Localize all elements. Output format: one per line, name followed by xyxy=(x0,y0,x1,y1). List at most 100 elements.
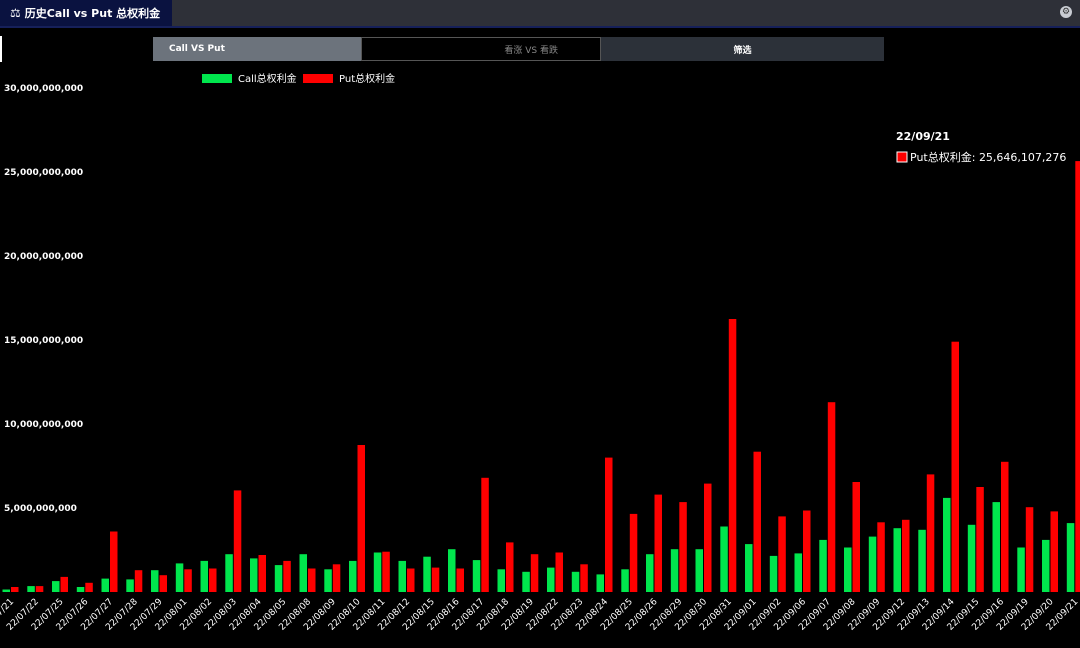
bar-put-6[interactable] xyxy=(159,575,168,592)
legend: Call总权利金 Put总权利金 xyxy=(202,72,395,85)
tooltip-label: Put总权利金: 25,646,107,276 xyxy=(910,150,1066,164)
bar-put-41[interactable] xyxy=(1025,507,1034,592)
bar-put-2[interactable] xyxy=(60,576,69,592)
bar-call-1[interactable] xyxy=(27,586,35,592)
bar-put-38[interactable] xyxy=(951,341,960,592)
bar-call-36[interactable] xyxy=(893,528,902,592)
bar-put-29[interactable] xyxy=(728,319,737,592)
bar-call-14[interactable] xyxy=(349,560,357,592)
bar-call-3[interactable] xyxy=(76,587,85,592)
bar-put-12[interactable] xyxy=(308,568,316,593)
bar-call-40[interactable] xyxy=(992,502,1001,592)
bar-put-15[interactable] xyxy=(382,551,390,592)
legend-label-call[interactable]: Call总权利金 xyxy=(238,72,297,85)
bar-put-42[interactable] xyxy=(1050,511,1059,592)
x-axis: 22/07/2122/07/2222/07/2522/07/2622/07/27… xyxy=(0,597,1080,633)
bar-call-4[interactable] xyxy=(101,578,110,592)
bar-put-33[interactable] xyxy=(827,402,836,592)
bar-call-35[interactable] xyxy=(868,536,877,592)
bar-call-41[interactable] xyxy=(1017,547,1025,593)
bar-call-18[interactable] xyxy=(448,549,456,592)
bar-put-0[interactable] xyxy=(11,587,19,592)
y-tick-label: 20,000,000,000 xyxy=(4,252,83,262)
bar-call-6[interactable] xyxy=(151,570,159,592)
y-tick-label: 5,000,000,000 xyxy=(4,504,77,514)
bar-put-8[interactable] xyxy=(209,568,217,593)
bar-put-32[interactable] xyxy=(803,510,811,593)
bar-call-28[interactable] xyxy=(695,549,704,592)
bar-call-8[interactable] xyxy=(200,560,209,592)
bar-put-24[interactable] xyxy=(605,457,613,592)
bar-call-20[interactable] xyxy=(497,569,506,592)
bar-call-0[interactable] xyxy=(2,589,11,593)
bar-call-29[interactable] xyxy=(720,526,728,593)
bar-call-37[interactable] xyxy=(918,529,926,592)
bar-call-43[interactable] xyxy=(1066,523,1075,592)
bar-call-25[interactable] xyxy=(621,569,629,592)
bar-call-19[interactable] xyxy=(472,560,481,592)
bar-call-12[interactable] xyxy=(299,554,308,592)
y-axis: 5,000,000,000 10,000,000,000 15,000,000,00… xyxy=(4,84,83,514)
bar-call-38[interactable] xyxy=(943,497,951,592)
bar-put-25[interactable] xyxy=(629,513,638,592)
bar-call-17[interactable] xyxy=(423,556,431,592)
bar-put-27[interactable] xyxy=(679,502,687,592)
bar-put-19[interactable] xyxy=(481,477,489,592)
bar-call-24[interactable] xyxy=(596,574,605,592)
bar-call-30[interactable] xyxy=(745,544,753,592)
bar-put-23[interactable] xyxy=(580,564,588,592)
bar-put-22[interactable] xyxy=(555,552,564,593)
bar-put-11[interactable] xyxy=(283,560,291,592)
bar-call-31[interactable] xyxy=(769,555,778,592)
bar-call-16[interactable] xyxy=(398,560,407,592)
bar-put-10[interactable] xyxy=(258,555,267,592)
bar-call-23[interactable] xyxy=(571,571,580,592)
bar-call-11[interactable] xyxy=(274,565,283,592)
bar-call-7[interactable] xyxy=(175,563,184,592)
bar-call-9[interactable] xyxy=(225,554,233,592)
bar-put-1[interactable] xyxy=(35,586,44,592)
bar-put-43[interactable] xyxy=(1075,161,1080,592)
bar-put-36[interactable] xyxy=(902,519,910,592)
bar-call-15[interactable] xyxy=(373,552,382,593)
bar-put-17[interactable] xyxy=(431,567,440,592)
bar-put-14[interactable] xyxy=(357,445,366,592)
bar-call-27[interactable] xyxy=(670,549,679,592)
bar-call-13[interactable] xyxy=(324,569,332,592)
bar-put-4[interactable] xyxy=(110,531,118,593)
bar-call-33[interactable] xyxy=(819,539,827,592)
bar-call-2[interactable] xyxy=(52,581,60,592)
bar-put-40[interactable] xyxy=(1001,461,1009,592)
bar-put-26[interactable] xyxy=(654,494,663,592)
bar-put-13[interactable] xyxy=(332,564,341,592)
y-tick-label: 15,000,000,000 xyxy=(4,336,83,346)
bar-call-26[interactable] xyxy=(646,554,654,592)
bar-put-37[interactable] xyxy=(926,474,935,592)
bar-put-21[interactable] xyxy=(530,554,539,592)
bar-put-34[interactable] xyxy=(852,482,861,592)
bars-group xyxy=(2,161,1080,593)
bar-call-21[interactable] xyxy=(522,571,530,592)
bar-put-5[interactable] xyxy=(134,570,143,592)
bar-put-3[interactable] xyxy=(85,582,93,592)
bar-call-5[interactable] xyxy=(126,579,134,592)
bar-put-31[interactable] xyxy=(778,516,786,592)
y-tick-label: 25,000,000,000 xyxy=(4,168,83,178)
bar-call-34[interactable] xyxy=(844,547,852,593)
bar-call-32[interactable] xyxy=(794,553,803,592)
legend-label-put[interactable]: Put总权利金 xyxy=(339,72,395,85)
bar-put-16[interactable] xyxy=(407,568,415,593)
bar-put-30[interactable] xyxy=(753,451,762,592)
bar-put-9[interactable] xyxy=(233,490,242,592)
bar-put-39[interactable] xyxy=(976,487,984,592)
bar-call-22[interactable] xyxy=(547,567,555,592)
legend-swatch-put xyxy=(303,74,333,83)
bar-put-7[interactable] xyxy=(184,569,192,592)
bar-call-42[interactable] xyxy=(1042,539,1050,592)
bar-call-39[interactable] xyxy=(967,524,976,592)
bar-put-20[interactable] xyxy=(506,542,514,592)
bar-call-10[interactable] xyxy=(250,558,258,592)
bar-put-28[interactable] xyxy=(704,483,712,592)
bar-put-18[interactable] xyxy=(456,568,465,593)
bar-put-35[interactable] xyxy=(877,522,885,592)
